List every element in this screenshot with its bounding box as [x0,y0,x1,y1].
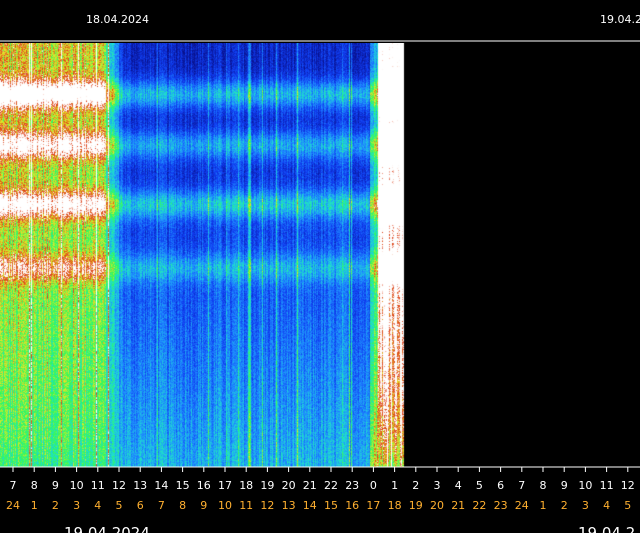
utc-hour-label: 18 [239,479,253,492]
local-hour-label: 17 [366,499,380,512]
local-hour-label: 5 [624,499,631,512]
local-hour-label: 14 [303,499,317,512]
utc-hour-label: 2 [412,479,419,492]
local-hour-label: 19 [409,499,423,512]
local-hour-label: 15 [324,499,338,512]
utc-hour-label: 17 [218,479,232,492]
utc-hour-label: 8 [31,479,38,492]
local-hour-label: 11 [239,499,253,512]
utc-hour-label: 19 [260,479,274,492]
utc-hour-label: 8 [540,479,547,492]
local-hour-label: 12 [260,499,274,512]
local-hour-label: 16 [345,499,359,512]
utc-hour-label: 23 [345,479,359,492]
utc-hour-label: 14 [154,479,168,492]
local-hour-label: 4 [94,499,101,512]
utc-hour-label: 5 [476,479,483,492]
local-hour-label: 23 [494,499,508,512]
utc-hour-label: 12 [621,479,635,492]
local-hour-label: 6 [137,499,144,512]
utc-hour-label: 1 [391,479,398,492]
local-hour-label: 24 [515,499,529,512]
utc-hour-label: 9 [561,479,568,492]
utc-hour-label: 13 [133,479,147,492]
utc-hour-label: 0 [370,479,377,492]
utc-hour-label: 22 [324,479,338,492]
utc-hour-label: 15 [176,479,190,492]
local-hour-label: 2 [52,499,59,512]
utc-hour-label: 11 [91,479,105,492]
utc-hour-label: 4 [455,479,462,492]
local-hour-label: 3 [73,499,80,512]
local-hour-label: 24 [6,499,20,512]
spectrogram-view: 18.04.2024 19.04.2 7 8 9 10 11 12 13 14 15 16 17 18… [0,0,640,533]
utc-hour-label: 12 [112,479,126,492]
local-hour-label: 1 [540,499,547,512]
local-hour-label: 3 [582,499,589,512]
local-hour-label: 20 [430,499,444,512]
local-hour-label: 9 [200,499,207,512]
utc-tick-labels: 7 8 9 10 11 12 13 14 15 16 17 18 19 20 21 22 23 0 1 2 3 4 5 6 7 8… [10,467,635,492]
utc-hour-label: 7 [518,479,525,492]
utc-hour-label: 16 [197,479,211,492]
local-hour-label: 1 [31,499,38,512]
utc-hour-label: 7 [10,479,17,492]
spectrogram-axes: 7 8 9 10 11 12 13 14 15 16 17 18 19 20 21 22 23 0 1 2 3 4 5 6 7 8… [0,40,640,512]
local-hour-label: 5 [116,499,123,512]
utc-hour-label: 3 [434,479,441,492]
local-hour-label: 2 [561,499,568,512]
utc-hour-label: 10 [70,479,84,492]
bottom-date-left: 19.04.2024 [64,524,150,533]
local-hour-label: 4 [603,499,610,512]
local-hour-label: 7 [158,499,165,512]
local-hour-label: 18 [388,499,402,512]
bottom-date-right: 19.04.2 [578,524,636,533]
local-hour-label: 8 [179,499,186,512]
utc-hour-label: 20 [282,479,296,492]
local-hour-label: 22 [472,499,486,512]
utc-hour-label: 6 [497,479,504,492]
local-tick-labels: 24 1 2 3 4 5 6 7 8 9 10 11 12 13 14 15 16 17 18 19 20 21 22 23 2… [6,499,631,512]
utc-hour-label: 21 [303,479,317,492]
local-hour-label: 13 [282,499,296,512]
utc-hour-label: 9 [52,479,59,492]
local-hour-label: 10 [218,499,232,512]
local-hour-label: 21 [451,499,465,512]
utc-hour-label: 10 [578,479,592,492]
utc-hour-label: 11 [600,479,614,492]
